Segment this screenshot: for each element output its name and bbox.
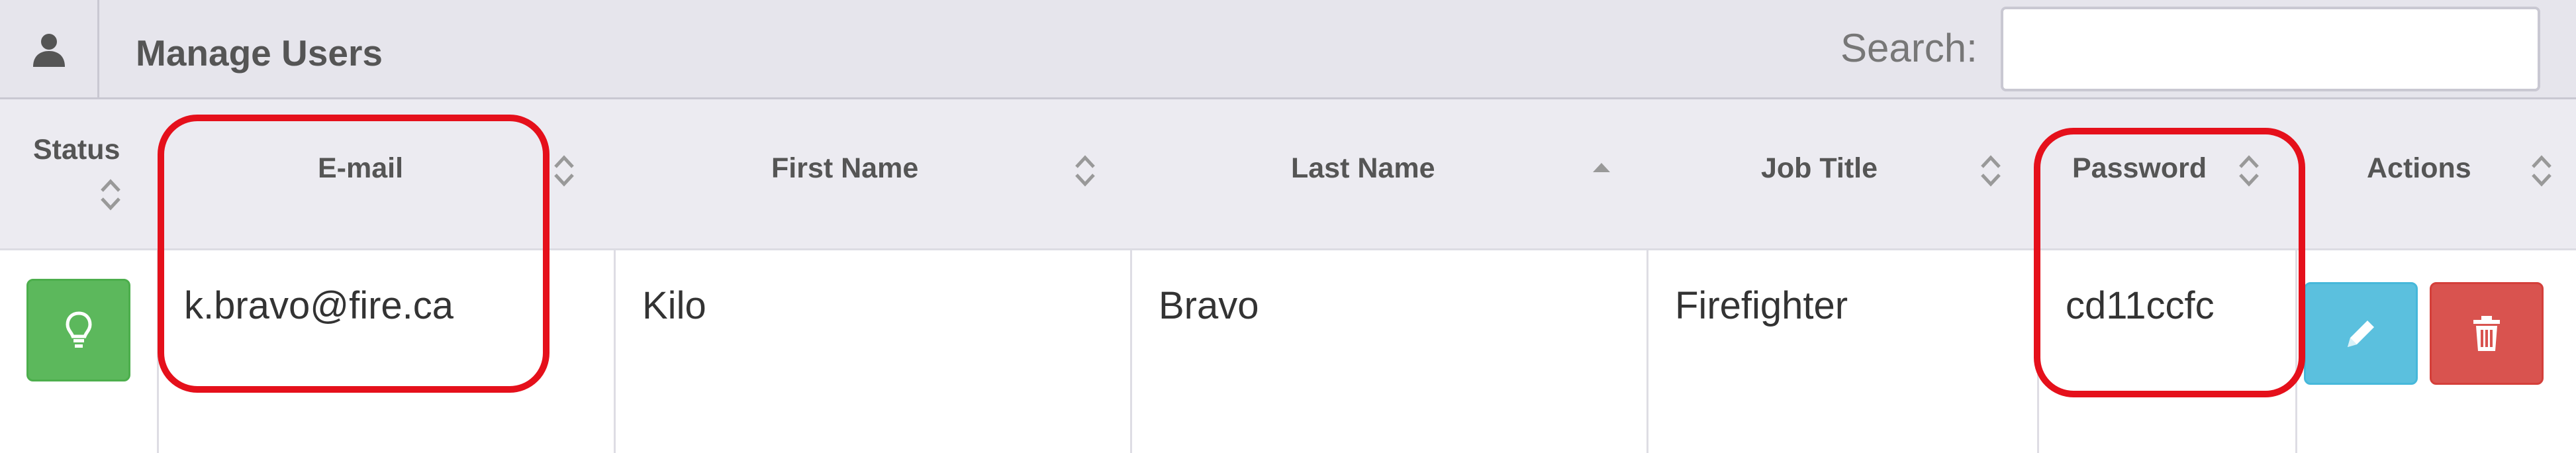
sort-both-icon [2239, 155, 2259, 187]
column-header-status[interactable]: Status [0, 99, 159, 248]
column-header-label: E-mail [318, 152, 404, 184]
column-header-label: Password [2072, 152, 2207, 184]
cell-status [0, 250, 159, 453]
table-row: k.bravo@fire.ca Kilo Bravo Firefighter c… [0, 250, 2576, 453]
sort-both-icon [2532, 155, 2552, 187]
user-icon [0, 0, 99, 99]
cell-first-name: Kilo [616, 250, 1132, 453]
column-header-first-name[interactable]: First Name [616, 99, 1132, 248]
cell-email: k.bravo@fire.ca [159, 250, 616, 453]
cell-job-title: Firefighter [1648, 250, 2039, 453]
column-header-label: Status [33, 134, 120, 166]
panel-header: Manage Users Search: [0, 0, 2576, 99]
column-header-password[interactable]: Password [2039, 99, 2297, 248]
search-label: Search: [1840, 26, 1978, 70]
column-header-label: First Name [771, 152, 919, 184]
sort-both-icon [1075, 155, 1095, 187]
column-header-label: Job Title [1761, 152, 1878, 184]
email-value: k.bravo@fire.ca [184, 284, 454, 327]
cell-last-name: Bravo [1132, 250, 1648, 453]
edit-button[interactable] [2304, 282, 2418, 385]
pencil-icon [2348, 320, 2374, 347]
page-title: Manage Users [136, 32, 383, 74]
sort-asc-icon [1593, 163, 1610, 172]
column-header-actions[interactable]: Actions [2297, 99, 2576, 248]
last-name-value: Bravo [1159, 284, 1259, 327]
table-header-row: Status E-mail First Name Last Name Job T… [0, 99, 2576, 250]
cell-password: cd11ccfc [2039, 250, 2297, 453]
search-input[interactable] [2001, 7, 2540, 91]
column-header-email[interactable]: E-mail [159, 99, 616, 248]
first-name-value: Kilo [642, 284, 706, 327]
column-header-label: Actions [2367, 152, 2471, 184]
lightbulb-icon [65, 311, 92, 348]
column-header-job-title[interactable]: Job Title [1648, 99, 2039, 248]
status-toggle-button[interactable] [26, 279, 130, 381]
job-title-value: Firefighter [1675, 284, 1848, 327]
column-header-last-name[interactable]: Last Name [1132, 99, 1648, 248]
sort-both-icon [101, 179, 120, 211]
delete-button[interactable] [2430, 282, 2544, 385]
column-header-label: Last Name [1291, 152, 1435, 184]
sort-both-icon [1981, 155, 2001, 187]
password-value: cd11ccfc [2066, 284, 2215, 327]
sort-both-icon [554, 155, 574, 187]
trash-icon [2473, 315, 2500, 351]
